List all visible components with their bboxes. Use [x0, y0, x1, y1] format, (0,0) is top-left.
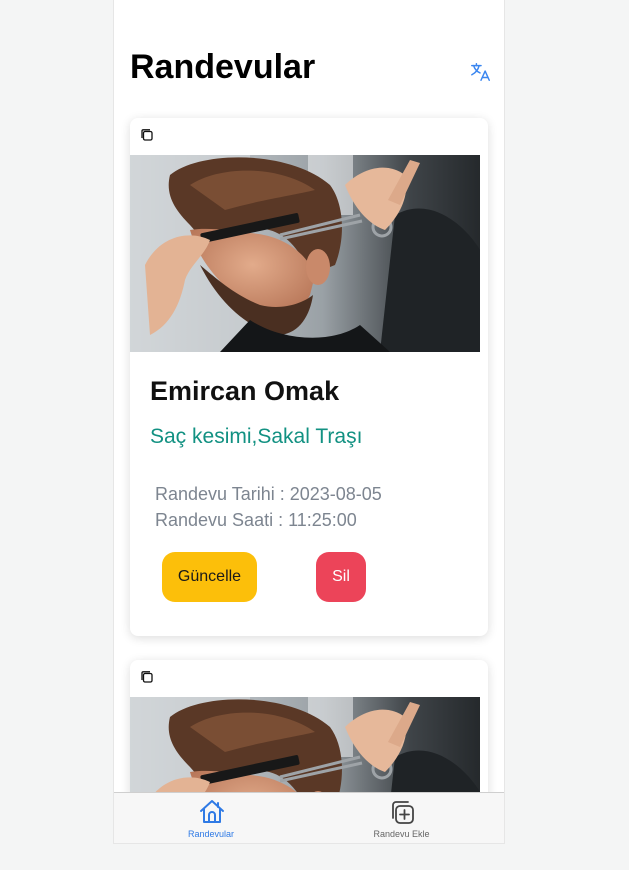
appointment-date: Randevu Tarihi : 2023-08-05 — [155, 484, 382, 504]
page-title: Randevular — [130, 48, 316, 86]
update-button[interactable]: Güncelle — [162, 552, 257, 602]
tab-randevular[interactable]: Randevular — [114, 793, 309, 843]
appointment-card: Emircan Omak Saç kesimi,Sakal Traşı Rand… — [130, 118, 488, 636]
copy-icon — [141, 671, 153, 683]
copy-icon — [141, 129, 153, 141]
service-text: Saç kesimi,Sakal Traşı — [150, 425, 363, 448]
home-icon — [200, 800, 224, 823]
appointment-time: Randevu Saati : 11:25:00 — [155, 510, 357, 530]
translate-icon — [471, 63, 490, 81]
delete-button[interactable]: Sil — [316, 552, 366, 602]
copy-button[interactable] — [140, 128, 154, 142]
phone-screen: Randevular Emircan Omak Saç kesimi,Sakal… — [113, 0, 505, 844]
tab-label: Randevu Ekle — [373, 829, 430, 839]
customer-name: Emircan Omak — [150, 376, 340, 406]
add-square-icon — [392, 801, 414, 824]
translate-button[interactable] — [469, 60, 493, 84]
tab-bar: Randevular Randevu Ekle — [114, 792, 504, 843]
copy-button[interactable] — [140, 670, 154, 684]
tab-label: Randevular — [187, 829, 235, 839]
header: Randevular — [114, 0, 504, 110]
barber-haircut-image — [130, 155, 480, 352]
tab-randevu-ekle[interactable]: Randevu Ekle — [309, 793, 504, 843]
